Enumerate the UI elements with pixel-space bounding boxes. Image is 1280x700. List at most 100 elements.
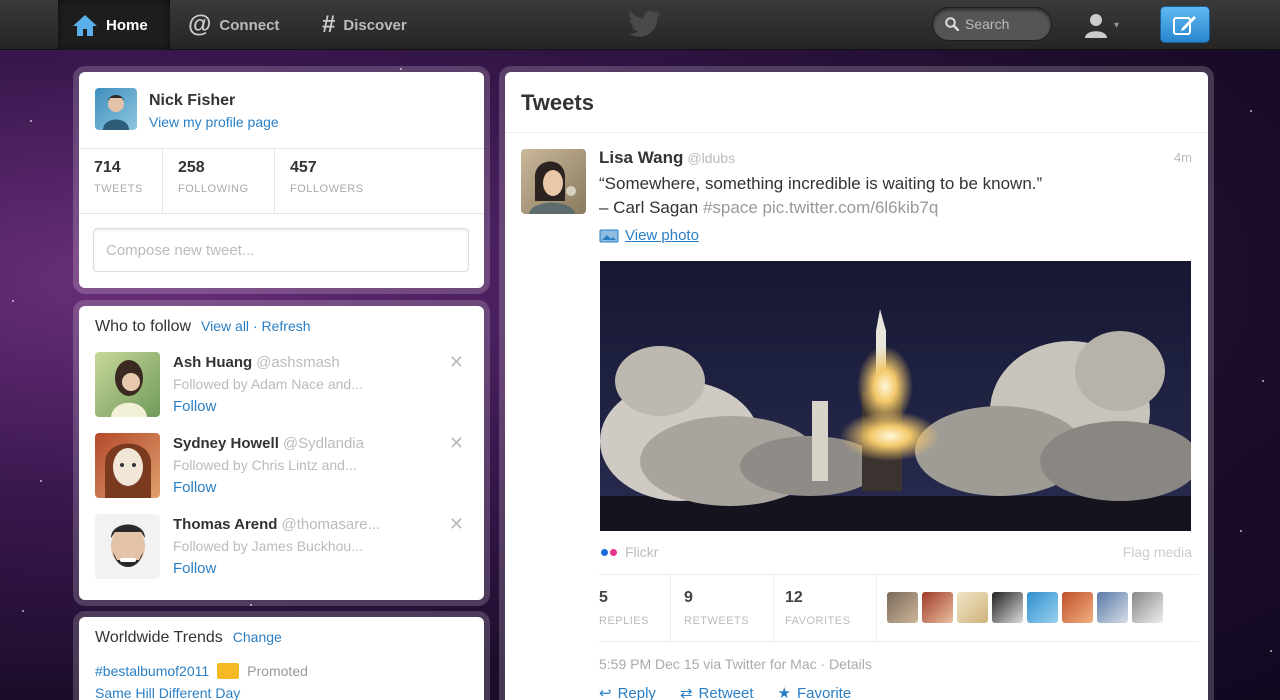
who-to-follow-title: Who to follow (95, 318, 192, 335)
reply-arrow-icon: ↩ (599, 685, 612, 700)
photo-icon (599, 229, 619, 242)
media-source-label: Flickr (625, 544, 659, 560)
compose-tweet-button[interactable] (1160, 6, 1210, 43)
hashtag-icon: # (322, 11, 336, 38)
tweet-photo-shuttle-launch[interactable] (600, 261, 1191, 531)
flag-media-link[interactable]: Flag media (1123, 544, 1192, 560)
suggestion-name[interactable]: Sydney Howell @Sydlandia (173, 435, 364, 452)
suggestion-avatar[interactable] (95, 514, 160, 579)
suggestion-item: Thomas Arend @thomasare... Followed by Ja… (95, 514, 470, 584)
view-profile-link[interactable]: View my profile page (149, 114, 279, 130)
home-icon (73, 15, 97, 36)
suggestion-context: Followed by James Buckhou... (173, 538, 363, 554)
suggestion-avatar[interactable] (95, 352, 160, 417)
hashtag-link[interactable]: #space (703, 198, 758, 217)
star-icon: ★ (777, 685, 791, 700)
favorite-button[interactable]: ★ Favorite (778, 684, 852, 700)
worldwide-trends-card: Worldwide Trends Change #bestalbumof2011… (79, 617, 484, 700)
suggestion-handle: @Sydlandia (282, 435, 364, 452)
search-input[interactable] (965, 16, 1045, 32)
favoriter-avatar[interactable] (1132, 592, 1163, 623)
stat-favorites-value: 12 (785, 589, 803, 606)
user-silhouette-icon (1085, 14, 1107, 38)
profile-card: Nick Fisher View my profile page 714 TWE… (79, 72, 484, 288)
stat-retweets-label: RETWEETS (684, 615, 750, 627)
stat-following[interactable]: 258 FOLLOWING (163, 149, 275, 213)
view-all-link[interactable]: View all (201, 318, 249, 334)
follow-button[interactable]: Follow (173, 560, 216, 577)
profile-name[interactable]: Nick Fisher (149, 92, 235, 110)
suggestion-name[interactable]: Thomas Arend @thomasare... (173, 516, 380, 533)
nav-home[interactable]: Home (58, 0, 170, 50)
media-source[interactable]: Flickr (601, 544, 658, 560)
stat-replies-label: REPLIES (599, 615, 649, 627)
compose-tweet-input[interactable] (93, 228, 469, 272)
suggestion-handle: @thomasare... (281, 516, 381, 533)
favoriter-avatar[interactable] (992, 592, 1023, 623)
follow-button[interactable]: Follow (173, 398, 216, 415)
trends-header: Worldwide Trends Change (95, 629, 282, 647)
stat-retweets[interactable]: 9 RETWEETS (684, 575, 774, 641)
stat-followers[interactable]: 457 FOLLOWERS (275, 149, 405, 213)
trend-link[interactable]: Same Hill Different Day (95, 685, 240, 700)
nav-discover[interactable]: # Discover (308, 0, 438, 50)
tweet-quote: “Somewhere, something incredible is wait… (599, 174, 1043, 193)
nav-connect[interactable]: @ Connect (174, 0, 304, 50)
tweet-author[interactable]: Lisa Wang @ldubs (599, 148, 735, 168)
dismiss-icon[interactable]: ✕ (449, 433, 464, 454)
favoriter-avatar[interactable] (1062, 592, 1093, 623)
retweet-label: Retweet (698, 684, 754, 700)
follow-button[interactable]: Follow (173, 479, 216, 496)
stat-followers-value: 457 (290, 159, 317, 176)
dismiss-icon[interactable]: ✕ (449, 514, 464, 535)
account-menu[interactable]: ▾ (1082, 10, 1130, 40)
favoriter-avatar[interactable] (922, 592, 953, 623)
view-photo-label: View photo (625, 227, 699, 244)
stat-retweets-value: 9 (684, 589, 693, 606)
nav-connect-label: Connect (219, 16, 280, 34)
tweets-timeline-card: Tweets Lisa Wang @ldubs 4m “Somewhere, so… (505, 72, 1208, 700)
favoriter-avatar[interactable] (887, 592, 918, 623)
search-box[interactable] (932, 7, 1052, 41)
profile-stats: 714 TWEETS 258 FOLLOWING 457 FOLLOWERS (79, 148, 484, 214)
change-trends-link[interactable]: Change (233, 629, 282, 645)
promoted-label: Promoted (247, 663, 308, 679)
stat-tweets[interactable]: 714 TWEETS (79, 149, 163, 213)
stat-favorites-label: FAVORITES (785, 615, 851, 627)
top-navigation-bar: Home @ Connect # Discover ▾ (0, 0, 1280, 50)
suggestion-item: Sydney Howell @Sydlandia Followed by Chri… (95, 433, 470, 503)
favorited-by-avatars (887, 592, 1163, 623)
stat-replies[interactable]: 5 REPLIES (599, 575, 671, 641)
tweet-author-avatar[interactable] (521, 149, 586, 214)
tweet-meta[interactable]: 5:59 PM Dec 15 via Twitter for Mac · Det… (599, 656, 872, 672)
favorite-label: Favorite (797, 684, 852, 700)
tweet-timestamp[interactable]: 4m (1174, 150, 1192, 165)
view-photo-link[interactable]: View photo (599, 227, 699, 244)
stat-favorites[interactable]: 12 FAVORITES (785, 575, 877, 641)
trend-link[interactable]: #bestalbumof2011 (95, 663, 209, 679)
suggestion-context: Followed by Chris Lintz and... (173, 457, 357, 473)
pic-link[interactable]: pic.twitter.com/6l6kib7q (763, 198, 939, 217)
flickr-icon (601, 548, 617, 556)
stat-tweets-value: 714 (94, 159, 121, 176)
tweets-title: Tweets (521, 90, 594, 115)
tweet-text: “Somewhere, something incredible is wait… (599, 172, 1159, 220)
divider (505, 132, 1208, 133)
favoriter-avatar[interactable] (957, 592, 988, 623)
at-sign-icon: @ (188, 11, 212, 38)
suggestion-avatar[interactable] (95, 433, 160, 498)
favoriter-avatar[interactable] (1027, 592, 1058, 623)
trends-title: Worldwide Trends (95, 629, 223, 646)
tweet-actions: ↩ Reply ⇄ Retweet ★ Favorite (599, 684, 851, 700)
favoriter-avatar[interactable] (1097, 592, 1128, 623)
suggestion-name[interactable]: Ash Huang @ashsmash (173, 354, 340, 371)
reply-button[interactable]: ↩ Reply (599, 684, 656, 700)
retweet-button[interactable]: ⇄ Retweet (680, 684, 754, 700)
trend-item: #bestalbumof2011 Promoted (95, 663, 308, 679)
separator-dot: · (252, 318, 258, 334)
reply-label: Reply (617, 684, 656, 700)
profile-avatar[interactable] (95, 88, 137, 130)
tweet-attribution: – Carl Sagan (599, 198, 699, 217)
refresh-link[interactable]: Refresh (262, 318, 311, 334)
dismiss-icon[interactable]: ✕ (449, 352, 464, 373)
